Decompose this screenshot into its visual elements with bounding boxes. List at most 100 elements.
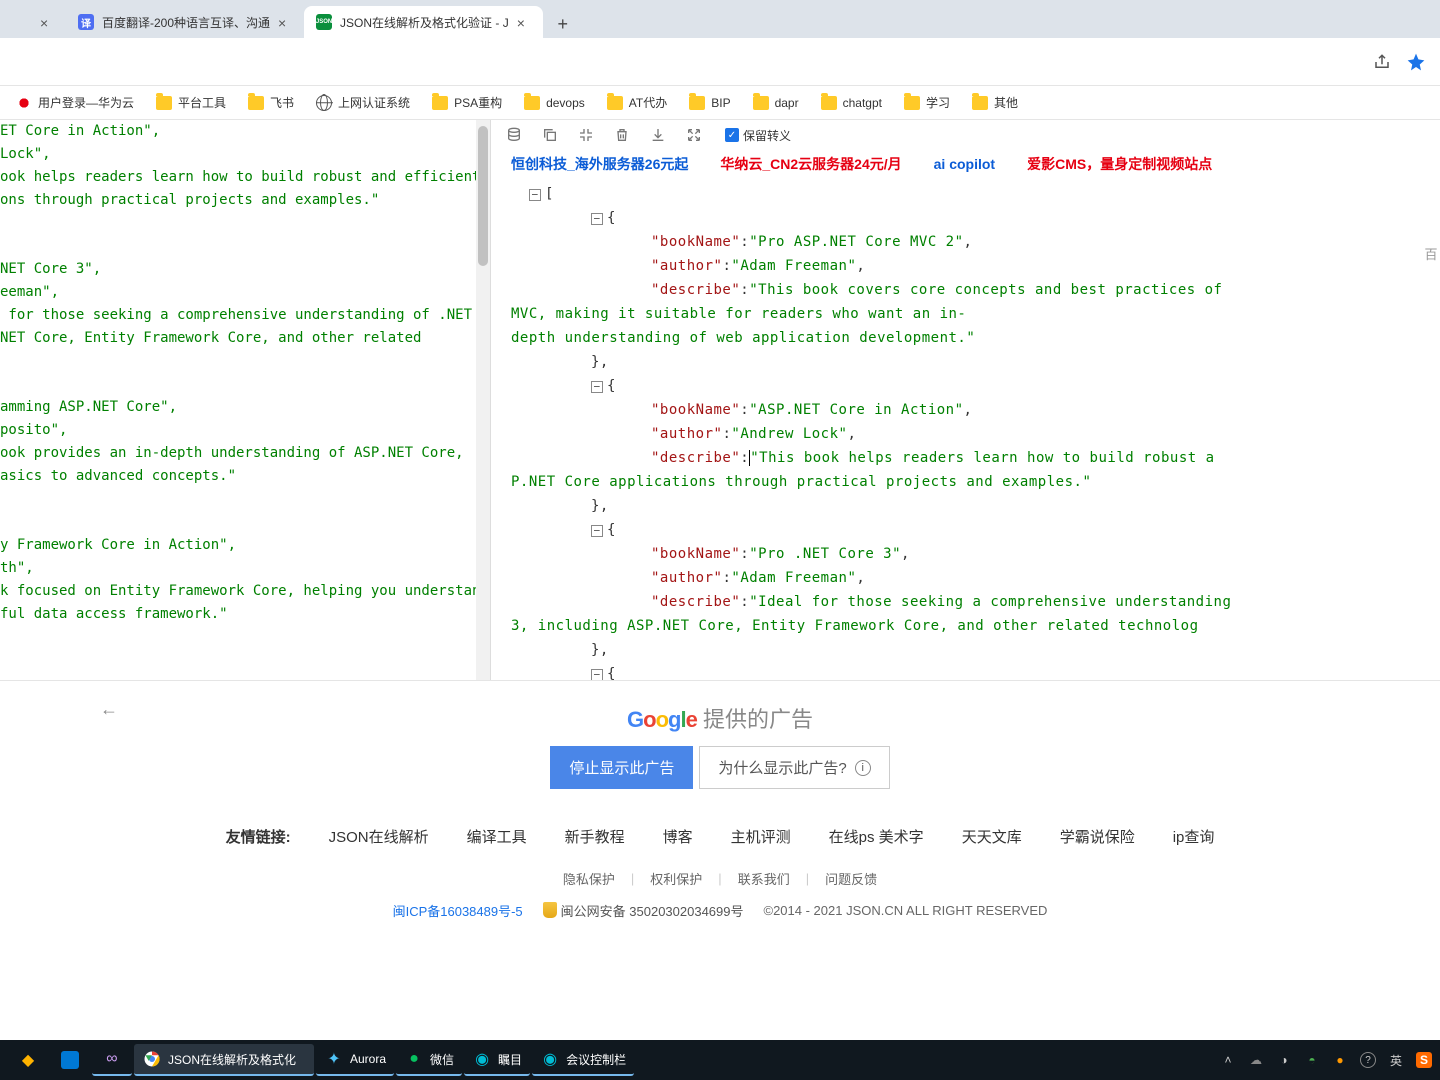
tab-blank[interactable]: × xyxy=(8,6,66,38)
back-arrow-icon[interactable]: ← xyxy=(100,699,118,720)
bookmark-label: 上网认证系统 xyxy=(338,94,410,111)
json-input-pane[interactable]: ET Core in Action", Lock", ook helps rea… xyxy=(0,120,490,680)
tray-app-icon[interactable]: ● xyxy=(1332,1052,1348,1068)
copyright-text: ©2014 - 2021 JSON.CN ALL RIGHT RESERVED xyxy=(764,903,1048,918)
google-ad-block: ← Google 提供的广告 停止显示此广告 为什么显示此广告?i xyxy=(0,680,1440,810)
bookmark-label: 学习 xyxy=(926,94,950,111)
scrollbar-thumb[interactable] xyxy=(478,126,488,266)
share-icon[interactable] xyxy=(1372,52,1392,72)
beian-link[interactable]: 闽公网安备 35020302034699号 xyxy=(543,901,744,920)
tray-onedrive-icon[interactable]: ☁ xyxy=(1248,1052,1264,1068)
download-icon[interactable] xyxy=(649,126,667,144)
expand-icon[interactable] xyxy=(685,126,703,144)
bookmark-study[interactable]: 学习 xyxy=(898,90,956,115)
flink[interactable]: JSON在线解析 xyxy=(329,826,429,847)
collapse-icon[interactable]: − xyxy=(591,381,603,393)
side-tab-icon[interactable]: 百 xyxy=(1424,244,1438,268)
task-widgets[interactable] xyxy=(50,1044,90,1076)
bookmark-chatgpt[interactable]: chatgpt xyxy=(815,92,888,114)
folder-icon xyxy=(524,96,540,110)
copy-icon[interactable] xyxy=(541,126,559,144)
scrollbar[interactable] xyxy=(476,120,490,680)
task-wechat[interactable]: ●微信 xyxy=(396,1044,462,1076)
bookmark-other[interactable]: 其他 xyxy=(966,90,1024,115)
task-visual-studio[interactable]: ∞ xyxy=(92,1044,132,1076)
tray-help-icon[interactable]: ? xyxy=(1360,1052,1376,1068)
bookmark-at[interactable]: AT代办 xyxy=(601,90,673,115)
task-copilot[interactable]: ◆ xyxy=(8,1044,48,1076)
close-icon[interactable]: × xyxy=(40,15,54,29)
tray-sogou-icon[interactable]: S xyxy=(1416,1052,1432,1068)
task-label: JSON在线解析及格式化 xyxy=(168,1051,296,1068)
tab-baidu-translate[interactable]: 译 百度翻译-200种语言互译、沟通 × xyxy=(66,6,304,38)
output-toolbar: ✓ 保留转义 xyxy=(491,120,1440,150)
flink[interactable]: 新手教程 xyxy=(565,826,625,847)
task-zhumu[interactable]: ◉瞩目 xyxy=(464,1044,530,1076)
database-icon[interactable] xyxy=(505,126,523,144)
icp-link[interactable]: 闽ICP备16038489号-5 xyxy=(393,901,523,920)
stop-ads-button[interactable]: 停止显示此广告 xyxy=(550,746,693,789)
favicon-icon: 译 xyxy=(78,14,94,30)
bookmark-label: BIP xyxy=(711,96,730,110)
bookmark-bip[interactable]: BIP xyxy=(683,92,736,114)
task-chrome[interactable]: JSON在线解析及格式化 xyxy=(134,1044,314,1076)
flink[interactable]: 在线ps 美术字 xyxy=(829,826,924,847)
tab-json-cn[interactable]: JSON JSON在线解析及格式化验证 - J × xyxy=(304,6,543,38)
bookmark-label: 飞书 xyxy=(270,94,294,111)
globe-icon xyxy=(316,95,332,111)
folder-icon xyxy=(821,96,837,110)
flink[interactable]: 主机评测 xyxy=(731,826,791,847)
promo-link-1[interactable]: 恒创科技_海外服务器26元起 xyxy=(511,154,688,174)
collapse-icon[interactable]: − xyxy=(591,525,603,537)
friendly-links-label: 友情链接: xyxy=(226,826,291,847)
bookmark-platform-tools[interactable]: 平台工具 xyxy=(150,90,232,115)
flink[interactable]: 博客 xyxy=(663,826,693,847)
footer-utility-links: 隐私保护| 权利保护| 联系我们| 问题反馈 xyxy=(0,862,1440,894)
bookmark-dapr[interactable]: dapr xyxy=(747,92,805,114)
promo-link-3[interactable]: ai copilot xyxy=(934,156,995,172)
why-ad-button[interactable]: 为什么显示此广告?i xyxy=(699,746,889,789)
bookmark-auth[interactable]: 上网认证系统 xyxy=(310,90,416,115)
tray-security-icon[interactable]: ◓ xyxy=(1304,1052,1320,1068)
task-label: 瞩目 xyxy=(498,1051,522,1068)
task-aurora[interactable]: ✦Aurora xyxy=(316,1044,394,1076)
flink[interactable]: 学霸说保险 xyxy=(1060,826,1135,847)
promo-link-2[interactable]: 华纳云_CN2云服务器24元/月 xyxy=(720,154,901,174)
bookmark-label: AT代办 xyxy=(629,94,667,111)
bookmark-psa[interactable]: PSA重构 xyxy=(426,90,508,115)
task-meeting[interactable]: ◉会议控制栏 xyxy=(532,1044,634,1076)
chrome-icon xyxy=(142,1049,162,1069)
compress-icon[interactable] xyxy=(577,126,595,144)
close-icon[interactable]: × xyxy=(278,15,292,29)
new-tab-button[interactable]: + xyxy=(549,10,577,38)
flink[interactable]: ip查询 xyxy=(1173,826,1215,847)
json-tree-view[interactable]: 百 −[ −{ "bookName":"Pro ASP.NET Core MVC… xyxy=(491,178,1440,680)
friendly-links: 友情链接: JSON在线解析 编译工具 新手教程 博客 主机评测 在线ps 美术… xyxy=(0,810,1440,862)
promo-link-4[interactable]: 爱影CMS，量身定制视频站点 xyxy=(1027,154,1212,174)
bookmark-star-icon[interactable] xyxy=(1406,52,1426,72)
favicon-icon: JSON xyxy=(316,14,332,30)
tray-chrome-icon[interactable]: ◑ xyxy=(1276,1052,1292,1068)
flink[interactable]: 编译工具 xyxy=(467,826,527,847)
tray-chevron-up-icon[interactable]: ˄ xyxy=(1220,1052,1236,1068)
close-icon[interactable]: × xyxy=(517,15,531,29)
footer-link[interactable]: 问题反馈 xyxy=(825,869,877,888)
footer-link[interactable]: 联系我们 xyxy=(738,869,790,888)
footer-link[interactable]: 权利保护 xyxy=(650,869,702,888)
footer-link[interactable]: 隐私保护 xyxy=(563,869,615,888)
bookmark-feishu[interactable]: 飞书 xyxy=(242,90,300,115)
bookmark-label: 平台工具 xyxy=(178,94,226,111)
bookmark-devops[interactable]: devops xyxy=(518,92,591,114)
collapse-icon[interactable]: − xyxy=(591,213,603,225)
bookmark-huawei[interactable]: 用户登录—华为云 xyxy=(10,90,140,115)
delete-icon[interactable] xyxy=(613,126,631,144)
preserve-escape-checkbox[interactable]: ✓ 保留转义 xyxy=(725,127,791,144)
collapse-icon[interactable]: − xyxy=(529,189,541,201)
tray-ime[interactable]: 英 xyxy=(1388,1052,1404,1068)
folder-icon xyxy=(156,96,172,110)
flink[interactable]: 天天文库 xyxy=(962,826,1022,847)
json-output-pane: ✓ 保留转义 恒创科技_海外服务器26元起 华纳云_CN2云服务器24元/月 a… xyxy=(490,120,1440,680)
bookmark-label: 其他 xyxy=(994,94,1018,111)
json-input-text[interactable]: ET Core in Action", Lock", ook helps rea… xyxy=(0,120,482,626)
collapse-icon[interactable]: − xyxy=(591,669,603,680)
